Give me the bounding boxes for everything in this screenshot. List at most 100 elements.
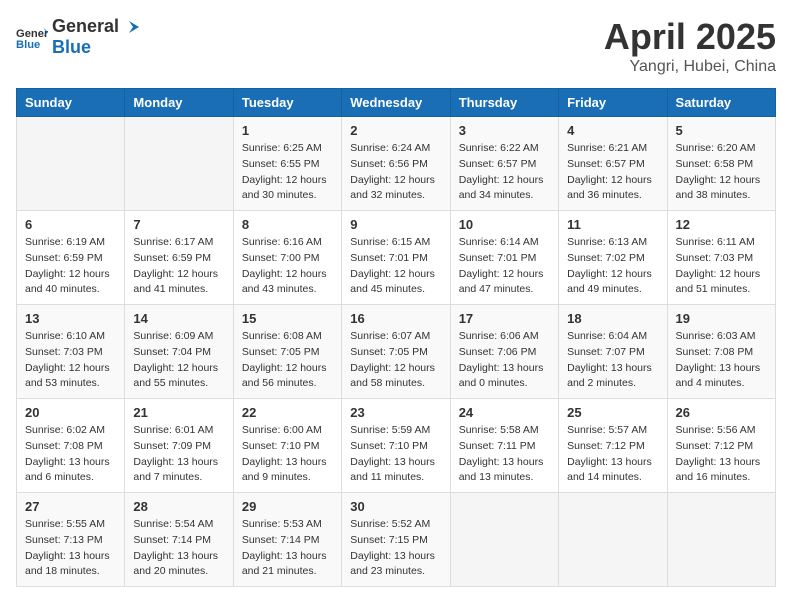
day-number: 16 bbox=[350, 311, 441, 326]
svg-text:General: General bbox=[16, 28, 48, 40]
calendar-cell: 6Sunrise: 6:19 AM Sunset: 6:59 PM Daylig… bbox=[17, 211, 125, 305]
day-info: Sunrise: 6:09 AM Sunset: 7:04 PM Dayligh… bbox=[133, 329, 224, 392]
day-info: Sunrise: 5:58 AM Sunset: 7:11 PM Dayligh… bbox=[459, 423, 550, 486]
logo-icon: General Blue bbox=[16, 23, 48, 51]
day-info: Sunrise: 6:06 AM Sunset: 7:06 PM Dayligh… bbox=[459, 329, 550, 392]
location-title: Yangri, Hubei, China bbox=[604, 58, 776, 76]
day-number: 1 bbox=[242, 123, 333, 138]
calendar-cell: 18Sunrise: 6:04 AM Sunset: 7:07 PM Dayli… bbox=[559, 305, 667, 399]
calendar-cell: 12 Sunrise: 6:11 AM Sunset: 7:03 PM Dayli… bbox=[667, 211, 775, 305]
day-info: Sunrise: 6:03 AM Sunset: 7:08 PM Dayligh… bbox=[676, 329, 767, 392]
calendar-cell: 10 Sunrise: 6:14 AM Sunset: 7:01 PM Dayli… bbox=[450, 211, 558, 305]
calendar-cell: 8Sunrise: 6:16 AM Sunset: 7:00 PM Daylig… bbox=[233, 211, 341, 305]
calendar-cell: 28 Sunrise: 5:54 AM Sunset: 7:14 PM Dayli… bbox=[125, 493, 233, 587]
logo-arrow-icon bbox=[121, 19, 141, 35]
day-number: 3 bbox=[459, 123, 550, 138]
day-info: Sunrise: 6:00 AM Sunset: 7:10 PM Dayligh… bbox=[242, 423, 333, 486]
calendar-cell: 11 Sunrise: 6:13 AM Sunset: 7:02 PM Dayli… bbox=[559, 211, 667, 305]
logo-general-text: General bbox=[52, 16, 119, 37]
calendar-cell bbox=[667, 493, 775, 587]
logo-blue-text: Blue bbox=[52, 37, 91, 57]
calendar-cell: 13 Sunrise: 6:10 AM Sunset: 7:03 PM Dayli… bbox=[17, 305, 125, 399]
day-number: 26 bbox=[676, 405, 767, 420]
calendar-cell: 23Sunrise: 5:59 AM Sunset: 7:10 PM Dayli… bbox=[342, 399, 450, 493]
calendar-cell: 3 Sunrise: 6:22 AM Sunset: 6:57 PM Daylig… bbox=[450, 117, 558, 211]
day-number: 21 bbox=[133, 405, 224, 420]
calendar-cell bbox=[450, 493, 558, 587]
weekday-header-sunday: Sunday bbox=[17, 89, 125, 117]
day-number: 2 bbox=[350, 123, 441, 138]
day-info: Sunrise: 6:21 AM Sunset: 6:57 PM Dayligh… bbox=[567, 141, 658, 204]
day-number: 17 bbox=[459, 311, 550, 326]
weekday-header-wednesday: Wednesday bbox=[342, 89, 450, 117]
day-number: 20 bbox=[25, 405, 116, 420]
day-number: 4 bbox=[567, 123, 658, 138]
weekday-header-saturday: Saturday bbox=[667, 89, 775, 117]
day-info: Sunrise: 6:20 AM Sunset: 6:58 PM Dayligh… bbox=[676, 141, 767, 204]
day-info: Sunrise: 6:10 AM Sunset: 7:03 PM Dayligh… bbox=[25, 329, 116, 392]
calendar-cell: 9 Sunrise: 6:15 AM Sunset: 7:01 PM Daylig… bbox=[342, 211, 450, 305]
day-number: 18 bbox=[567, 311, 658, 326]
day-number: 9 bbox=[350, 217, 441, 232]
calendar-week-2: 6Sunrise: 6:19 AM Sunset: 6:59 PM Daylig… bbox=[17, 211, 776, 305]
calendar-cell: 16 Sunrise: 6:07 AM Sunset: 7:05 PM Dayli… bbox=[342, 305, 450, 399]
calendar-cell: 20 Sunrise: 6:02 AM Sunset: 7:08 PM Dayli… bbox=[17, 399, 125, 493]
calendar-cell: 29 Sunrise: 5:53 AM Sunset: 7:14 PM Dayli… bbox=[233, 493, 341, 587]
day-number: 30 bbox=[350, 499, 441, 514]
day-number: 23 bbox=[350, 405, 441, 420]
day-info: Sunrise: 5:53 AM Sunset: 7:14 PM Dayligh… bbox=[242, 517, 333, 580]
calendar-cell: 24Sunrise: 5:58 AM Sunset: 7:11 PM Dayli… bbox=[450, 399, 558, 493]
day-info: Sunrise: 5:56 AM Sunset: 7:12 PM Dayligh… bbox=[676, 423, 767, 486]
calendar-week-5: 27Sunrise: 5:55 AM Sunset: 7:13 PM Dayli… bbox=[17, 493, 776, 587]
calendar-cell bbox=[559, 493, 667, 587]
calendar-week-4: 20 Sunrise: 6:02 AM Sunset: 7:08 PM Dayli… bbox=[17, 399, 776, 493]
svg-text:Blue: Blue bbox=[16, 39, 40, 51]
day-info: Sunrise: 6:13 AM Sunset: 7:02 PM Dayligh… bbox=[567, 235, 658, 298]
day-info: Sunrise: 5:54 AM Sunset: 7:14 PM Dayligh… bbox=[133, 517, 224, 580]
header: General Blue General Blue April 2025 Yan… bbox=[16, 16, 776, 76]
day-info: Sunrise: 6:16 AM Sunset: 7:00 PM Dayligh… bbox=[242, 235, 333, 298]
day-info: Sunrise: 6:19 AM Sunset: 6:59 PM Dayligh… bbox=[25, 235, 116, 298]
day-number: 7 bbox=[133, 217, 224, 232]
day-number: 11 bbox=[567, 217, 658, 232]
day-info: Sunrise: 5:52 AM Sunset: 7:15 PM Dayligh… bbox=[350, 517, 441, 580]
day-number: 29 bbox=[242, 499, 333, 514]
calendar-cell: 25 Sunrise: 5:57 AM Sunset: 7:12 PM Dayli… bbox=[559, 399, 667, 493]
calendar-cell: 17 Sunrise: 6:06 AM Sunset: 7:06 PM Dayli… bbox=[450, 305, 558, 399]
calendar-table: SundayMondayTuesdayWednesdayThursdayFrid… bbox=[16, 88, 776, 587]
calendar-cell: 2 Sunrise: 6:24 AM Sunset: 6:56 PM Daylig… bbox=[342, 117, 450, 211]
day-number: 10 bbox=[459, 217, 550, 232]
calendar-cell: 30 Sunrise: 5:52 AM Sunset: 7:15 PM Dayli… bbox=[342, 493, 450, 587]
day-info: Sunrise: 6:22 AM Sunset: 6:57 PM Dayligh… bbox=[459, 141, 550, 204]
day-info: Sunrise: 6:02 AM Sunset: 7:08 PM Dayligh… bbox=[25, 423, 116, 486]
day-info: Sunrise: 6:11 AM Sunset: 7:03 PM Dayligh… bbox=[676, 235, 767, 298]
day-number: 13 bbox=[25, 311, 116, 326]
calendar-cell bbox=[125, 117, 233, 211]
calendar-cell: 1Sunrise: 6:25 AM Sunset: 6:55 PM Daylig… bbox=[233, 117, 341, 211]
day-info: Sunrise: 6:07 AM Sunset: 7:05 PM Dayligh… bbox=[350, 329, 441, 392]
calendar-cell bbox=[17, 117, 125, 211]
calendar-week-1: 1Sunrise: 6:25 AM Sunset: 6:55 PM Daylig… bbox=[17, 117, 776, 211]
day-number: 5 bbox=[676, 123, 767, 138]
day-number: 22 bbox=[242, 405, 333, 420]
day-info: Sunrise: 5:57 AM Sunset: 7:12 PM Dayligh… bbox=[567, 423, 658, 486]
day-info: Sunrise: 6:14 AM Sunset: 7:01 PM Dayligh… bbox=[459, 235, 550, 298]
day-info: Sunrise: 6:15 AM Sunset: 7:01 PM Dayligh… bbox=[350, 235, 441, 298]
logo: General Blue General Blue bbox=[16, 16, 141, 58]
calendar-cell: 7Sunrise: 6:17 AM Sunset: 6:59 PM Daylig… bbox=[125, 211, 233, 305]
calendar-cell: 5 Sunrise: 6:20 AM Sunset: 6:58 PM Daylig… bbox=[667, 117, 775, 211]
day-number: 12 bbox=[676, 217, 767, 232]
day-number: 14 bbox=[133, 311, 224, 326]
weekday-header-tuesday: Tuesday bbox=[233, 89, 341, 117]
day-info: Sunrise: 6:24 AM Sunset: 6:56 PM Dayligh… bbox=[350, 141, 441, 204]
calendar-cell: 19Sunrise: 6:03 AM Sunset: 7:08 PM Dayli… bbox=[667, 305, 775, 399]
calendar-cell: 22 Sunrise: 6:00 AM Sunset: 7:10 PM Dayli… bbox=[233, 399, 341, 493]
calendar-cell: 21Sunrise: 6:01 AM Sunset: 7:09 PM Dayli… bbox=[125, 399, 233, 493]
day-info: Sunrise: 5:55 AM Sunset: 7:13 PM Dayligh… bbox=[25, 517, 116, 580]
title-area: April 2025 Yangri, Hubei, China bbox=[604, 16, 776, 76]
day-number: 28 bbox=[133, 499, 224, 514]
weekday-header-friday: Friday bbox=[559, 89, 667, 117]
day-number: 15 bbox=[242, 311, 333, 326]
day-info: Sunrise: 6:08 AM Sunset: 7:05 PM Dayligh… bbox=[242, 329, 333, 392]
day-number: 25 bbox=[567, 405, 658, 420]
